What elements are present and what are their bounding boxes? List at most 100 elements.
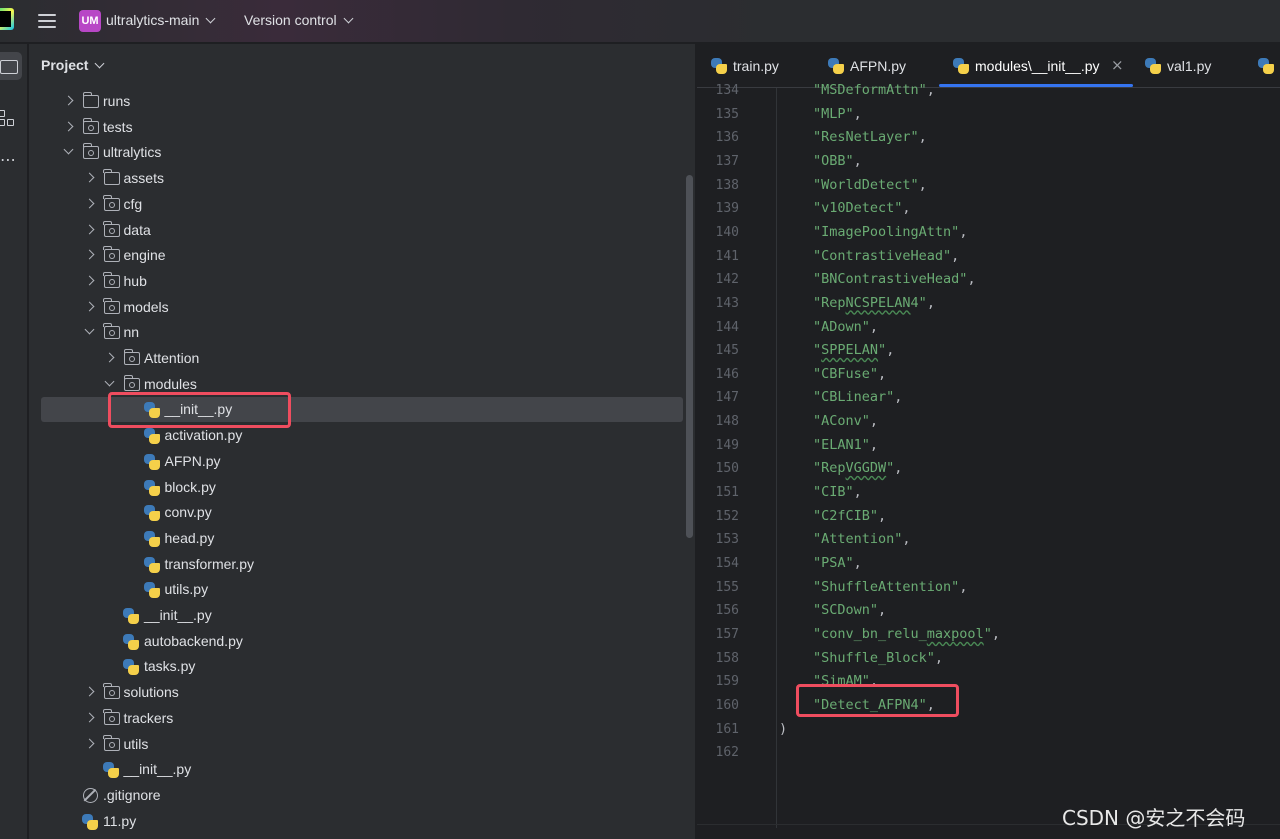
- chevron-down-icon[interactable]: [84, 324, 94, 335]
- tree-folder-item[interactable]: cfg: [41, 192, 683, 217]
- code-line[interactable]: "v10Detect",: [813, 200, 911, 216]
- chevron-down-icon[interactable]: [63, 144, 74, 155]
- code-line[interactable]: "CBLinear",: [813, 389, 902, 405]
- code-line[interactable]: "ShuffleAttention",: [813, 579, 967, 595]
- tree-file-item[interactable]: conv.py: [41, 500, 683, 525]
- tree-item-label: solutions: [123, 684, 179, 701]
- tree-file-item[interactable]: autobackend.py: [41, 629, 683, 654]
- code-line[interactable]: "OBB",: [813, 153, 862, 169]
- more-tools-icon[interactable]: ⋯: [0, 150, 18, 169]
- tree-folder-item[interactable]: tests: [41, 115, 683, 140]
- structure-tool-icon[interactable]: [0, 110, 16, 128]
- line-number: 160: [715, 697, 739, 713]
- tree-file-item[interactable]: 11.py: [41, 809, 683, 834]
- code-line[interactable]: "ContrastiveHead",: [813, 248, 959, 264]
- chevron-right-icon[interactable]: [104, 352, 115, 363]
- code-line[interactable]: "ADown",: [813, 319, 878, 335]
- tree-folder-item[interactable]: Attention: [41, 346, 683, 371]
- chevron-right-icon[interactable]: [84, 224, 94, 234]
- tree-file-item[interactable]: block.py: [41, 475, 683, 500]
- main-menu-icon[interactable]: [38, 12, 56, 30]
- code-line[interactable]: "ResNetLayer",: [813, 129, 927, 145]
- tree-file-item[interactable]: .gitignore: [41, 783, 683, 808]
- chevron-down-icon[interactable]: [104, 376, 115, 387]
- code-line[interactable]: ): [779, 721, 787, 737]
- tree-file-item[interactable]: AFPN.py: [41, 449, 683, 474]
- code-line[interactable]: "ImagePoolingAttn",: [813, 224, 967, 240]
- version-control-menu[interactable]: Version control: [244, 12, 354, 28]
- code-line[interactable]: "AConv",: [813, 413, 878, 429]
- chevron-right-icon[interactable]: [84, 301, 94, 312]
- tool-window-strip: ⋯: [0, 44, 28, 839]
- tree-folder-item[interactable]: nn: [41, 320, 683, 345]
- python-file-icon: [143, 479, 160, 496]
- python-file-icon: [123, 633, 139, 650]
- project-tool-icon[interactable]: [0, 52, 22, 80]
- tree-file-item[interactable]: __init__.py: [41, 603, 683, 628]
- code-line[interactable]: "C2fCIB",: [813, 508, 886, 524]
- code-line[interactable]: "RepVGGDW",: [813, 460, 902, 476]
- code-line[interactable]: "Shuffle_Block",: [813, 650, 943, 666]
- chevron-right-icon[interactable]: [84, 172, 94, 183]
- tree-item-label: runs: [103, 93, 131, 109]
- tree-item-label: data: [123, 221, 151, 238]
- tree-folder-item[interactable]: data: [41, 218, 683, 243]
- project-panel-title: Project: [41, 57, 89, 73]
- python-file-icon: [711, 58, 727, 74]
- tree-item-label: trackers: [123, 709, 174, 726]
- code-line[interactable]: "MSDeformAttn",: [813, 82, 935, 98]
- tree-file-item[interactable]: head.py: [41, 526, 683, 551]
- tree-folder-item[interactable]: solutions: [41, 680, 683, 705]
- code-line[interactable]: "conv_bn_relu_maxpool",: [813, 626, 1000, 642]
- chevron-right-icon[interactable]: [84, 198, 94, 209]
- tree-item-label: engine: [123, 247, 166, 264]
- folder-icon: [103, 708, 120, 725]
- chevron-right-icon[interactable]: [63, 95, 74, 106]
- folder-icon: [103, 271, 120, 288]
- tree-item-label: utils: [123, 735, 149, 752]
- tree-file-item[interactable]: transformer.py: [41, 552, 683, 577]
- line-number: 143: [715, 295, 739, 311]
- project-tree-scrollbar[interactable]: [686, 175, 693, 538]
- chevron-right-icon[interactable]: [84, 275, 94, 286]
- tree-folder-item[interactable]: ultralytics: [41, 140, 683, 165]
- code-line[interactable]: "ELAN1",: [813, 437, 878, 453]
- code-line[interactable]: "SPPELAN",: [813, 342, 894, 358]
- chevron-right-icon[interactable]: [84, 249, 94, 260]
- tree-file-item[interactable]: utils.py: [41, 577, 683, 602]
- chevron-right-icon[interactable]: [84, 712, 94, 723]
- chevron-right-icon[interactable]: [84, 686, 94, 697]
- pycharm-logo-icon[interactable]: [0, 8, 14, 30]
- code-line[interactable]: "SCDown",: [813, 602, 886, 618]
- code-line[interactable]: "PSA",: [813, 555, 862, 571]
- chevron-right-icon[interactable]: [84, 738, 94, 748]
- code-line[interactable]: "Attention",: [813, 531, 911, 547]
- code-line[interactable]: "CBFuse",: [813, 366, 886, 382]
- tree-folder-item[interactable]: runs: [41, 89, 683, 114]
- project-panel-header[interactable]: Project: [41, 57, 105, 73]
- code-line[interactable]: "WorldDetect",: [813, 177, 927, 193]
- folder-icon: [103, 323, 120, 340]
- tree-file-item[interactable]: tasks.py: [41, 654, 683, 679]
- close-tab-icon[interactable]: ×: [1111, 56, 1124, 74]
- code-editor: train.py AFPN.py modules\__init__.py × v…: [697, 44, 1280, 839]
- chevron-down-icon: [95, 58, 105, 69]
- code-line[interactable]: "RepNCSPELAN4",: [813, 295, 935, 311]
- tree-folder-item[interactable]: utils: [41, 732, 683, 757]
- tree-folder-item[interactable]: hub: [41, 269, 683, 294]
- code-line[interactable]: "BNContrastiveHead",: [813, 271, 976, 287]
- python-file-icon: [82, 813, 98, 830]
- tree-folder-item[interactable]: trackers: [41, 706, 683, 731]
- project-switcher[interactable]: ultralytics-main: [106, 12, 216, 28]
- line-number: 157: [715, 626, 739, 642]
- project-badge[interactable]: UM: [79, 10, 101, 32]
- tree-item-label: assets: [123, 170, 164, 187]
- tree-folder-item[interactable]: assets: [41, 166, 683, 191]
- code-line[interactable]: "MLP",: [813, 106, 862, 122]
- line-number: 155: [715, 579, 739, 595]
- code-line[interactable]: "CIB",: [813, 484, 862, 500]
- chevron-right-icon[interactable]: [63, 121, 74, 132]
- tree-file-item[interactable]: __init__.py: [41, 757, 683, 782]
- tree-folder-item[interactable]: engine: [41, 243, 683, 268]
- tree-folder-item[interactable]: models: [41, 295, 683, 320]
